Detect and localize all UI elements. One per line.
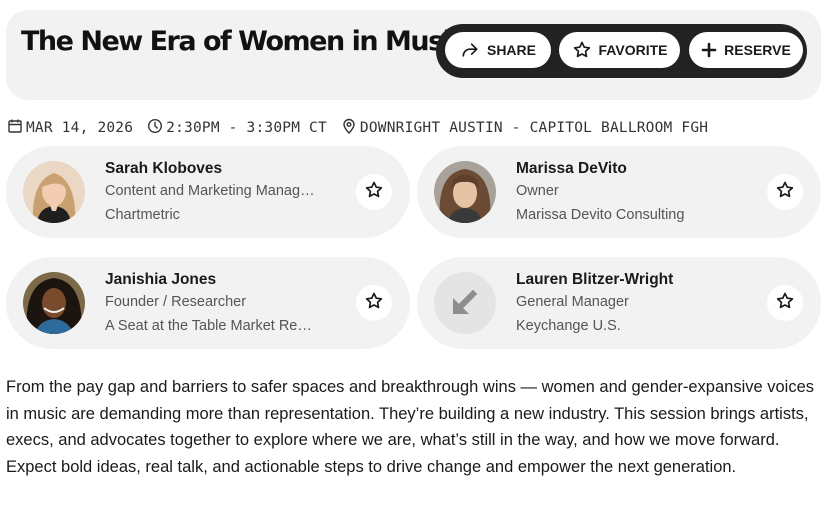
share-label: SHARE xyxy=(486,42,536,58)
speaker-org: Marissa Devito Consulting xyxy=(516,207,685,223)
arrow-down-left-icon xyxy=(453,289,478,314)
event-date-text: MAR 14, 2026 xyxy=(26,120,134,136)
speaker-org: Keychange U.S. xyxy=(516,318,621,334)
calendar-icon xyxy=(7,118,23,138)
event-time: 2:30PM - 3:30PM CT xyxy=(147,118,327,138)
speaker-org: Chartmetric xyxy=(105,207,180,223)
favorite-speaker-button[interactable] xyxy=(356,285,392,321)
reserve-label: RESERVE xyxy=(724,42,791,58)
event-location-text: DOWNRIGHT AUSTIN - CAPITOL BALLROOM FGH xyxy=(359,120,709,136)
favorite-label: FAVORITE xyxy=(598,42,668,58)
star-icon xyxy=(364,291,384,316)
favorite-speaker-button[interactable] xyxy=(356,174,392,210)
event-location: DOWNRIGHT AUSTIN - CAPITOL BALLROOM FGH xyxy=(341,118,708,138)
avatar xyxy=(23,272,85,334)
share-button[interactable]: SHARE xyxy=(445,32,551,68)
speaker-card[interactable]: Janishia Jones Founder / Researcher A Se… xyxy=(6,257,410,349)
event-date: MAR 14, 2026 xyxy=(7,118,133,138)
speaker-name: Janishia Jones xyxy=(105,271,217,288)
speaker-card[interactable]: Lauren Blitzer-Wright General Manager Ke… xyxy=(417,257,821,349)
speaker-card[interactable]: Sarah Kloboves Content and Marketing Man… xyxy=(6,146,410,238)
star-icon xyxy=(572,40,592,60)
share-icon xyxy=(460,40,480,60)
avatar xyxy=(23,161,85,223)
map-pin-icon xyxy=(341,118,357,138)
action-bar: SHARE FAVORITE RESERVE xyxy=(436,24,807,78)
favorite-speaker-button[interactable] xyxy=(767,174,803,210)
speaker-name: Lauren Blitzer-Wright xyxy=(516,271,674,288)
speaker-name: Marissa DeVito xyxy=(516,160,627,177)
avatar xyxy=(434,161,496,223)
avatar-placeholder xyxy=(434,272,496,334)
star-icon xyxy=(364,180,384,205)
speaker-role: Content and Marketing Manag… xyxy=(105,183,315,199)
speaker-role: General Manager xyxy=(516,294,629,310)
event-header: The New Era of Women in Music SHARE FAVO… xyxy=(6,10,821,100)
speaker-role: Owner xyxy=(516,183,559,199)
reserve-button[interactable]: RESERVE xyxy=(689,32,803,68)
star-icon xyxy=(775,180,795,205)
clock-icon xyxy=(147,118,163,138)
star-icon xyxy=(775,291,795,316)
speaker-name: Sarah Kloboves xyxy=(105,160,223,177)
event-meta: MAR 14, 2026 2:30PM - 3:30PM CT DOWNRIGH… xyxy=(7,118,708,138)
event-description: From the pay gap and barriers to safer s… xyxy=(6,378,815,476)
speaker-card[interactable]: Marissa DeVito Owner Marissa Devito Cons… xyxy=(417,146,821,238)
event-time-text: 2:30PM - 3:30PM CT xyxy=(166,120,327,136)
speaker-role: Founder / Researcher xyxy=(105,294,247,310)
favorite-button[interactable]: FAVORITE xyxy=(559,32,680,68)
event-title: The New Era of Women in Music xyxy=(21,26,466,57)
favorite-speaker-button[interactable] xyxy=(767,285,803,321)
speaker-org: A Seat at the Table Market Re… xyxy=(105,318,312,334)
plus-icon xyxy=(701,42,717,58)
